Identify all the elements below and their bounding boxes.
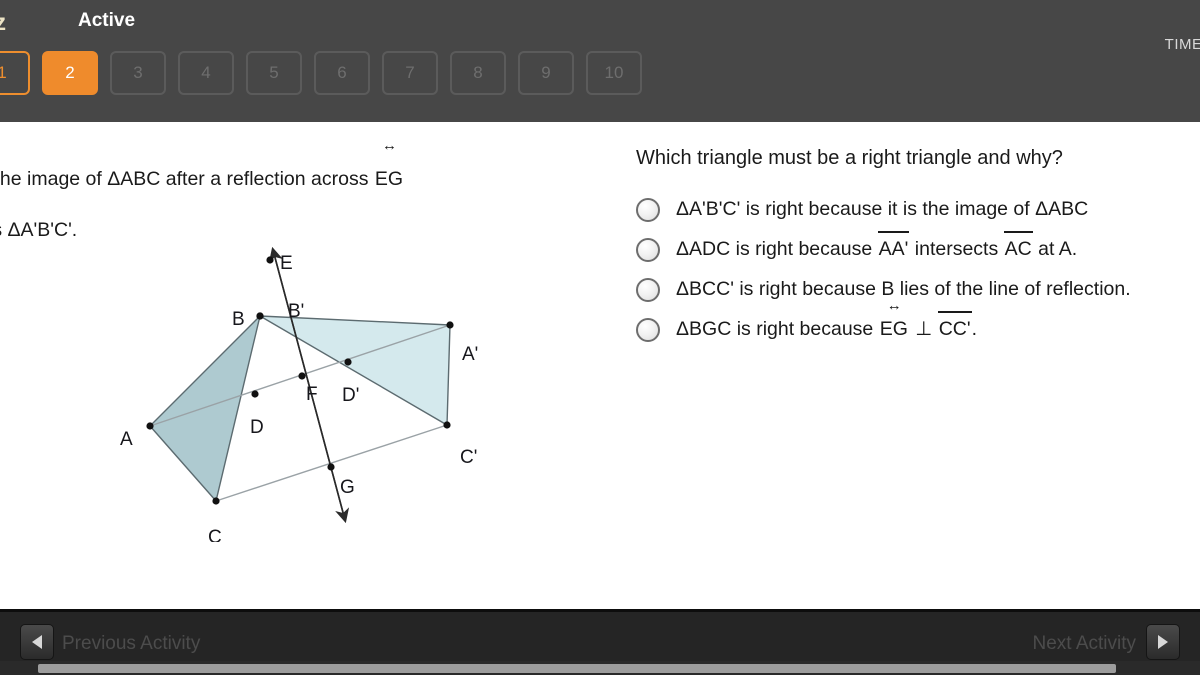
point-label-d: D xyxy=(250,417,264,438)
question-button-8[interactable]: 8 xyxy=(450,51,506,95)
reflection-diagram: E B B' A' D' F D A C' G C xyxy=(120,246,478,548)
point-label-a: A xyxy=(120,429,133,450)
answer-choice-label: ΔBGC is right because EG ⊥ CC'. xyxy=(676,311,978,345)
answer-choice-text: ΔADC is right because xyxy=(676,238,878,260)
answer-choice-text: intersects xyxy=(909,238,1004,260)
triangle-left-icon xyxy=(32,635,42,649)
quiz-app: uiz Active 123456789 10 TIME REM 51: The … xyxy=(0,0,1200,675)
segment-notation: CC' xyxy=(937,311,972,345)
question-button-3[interactable]: 3 xyxy=(110,51,166,95)
page-title: uiz xyxy=(0,9,6,35)
point-label-d-prime: D' xyxy=(342,385,359,406)
question-button-5[interactable]: 5 xyxy=(246,51,302,95)
question-button-7[interactable]: 7 xyxy=(382,51,438,95)
answer-choice-text: at A. xyxy=(1032,238,1078,260)
question-button-4[interactable]: 4 xyxy=(178,51,234,95)
point-label-a-prime: A' xyxy=(462,344,478,365)
point-e xyxy=(266,256,274,264)
question-prompt: Which triangle must be a right triangle … xyxy=(636,147,1063,169)
answer-choice[interactable]: ΔBGC is right because EG ⊥ CC'. xyxy=(636,311,1200,345)
answer-choice[interactable]: ΔADC is right because AA' intersects AC … xyxy=(636,231,1200,265)
question-button-1[interactable]: 1 xyxy=(0,51,30,95)
geometry-figure: E B B' A' D' F D A C' G C xyxy=(110,242,510,548)
line-eg-label: EG xyxy=(374,168,404,190)
quiz-content: The image of ΔABC after a reflection acr… xyxy=(0,122,1200,609)
point-c-prime xyxy=(443,421,451,429)
triangle-right-icon xyxy=(1158,635,1168,649)
segment-notation: AC xyxy=(1003,231,1033,265)
point-label-e: E xyxy=(280,253,293,274)
status-badge: Active xyxy=(78,10,136,31)
answer-choice[interactable]: ΔA'B'C' is right because it is the image… xyxy=(636,194,1200,225)
question-button-6[interactable]: 6 xyxy=(314,51,370,95)
answer-choice-list: ΔA'B'C' is right because it is the image… xyxy=(636,194,1200,354)
point-b-prime xyxy=(256,312,264,320)
horizontal-scrollbar-track[interactable] xyxy=(0,661,1200,675)
point-label-b-prime: B' xyxy=(288,301,304,322)
point-label-g: G xyxy=(340,477,355,498)
point-g xyxy=(327,463,335,471)
horizontal-scrollbar-thumb[interactable] xyxy=(38,664,1116,673)
point-c xyxy=(212,497,220,505)
point-label-b: B xyxy=(232,309,245,330)
question-button-10[interactable]: 10 xyxy=(586,51,642,95)
answer-choice-label: ΔADC is right because AA' intersects AC … xyxy=(676,231,1078,265)
line-notation: EG xyxy=(879,314,910,345)
point-label-c-prime: C' xyxy=(460,447,477,468)
previous-activity-label[interactable]: Previous Activity xyxy=(62,633,200,655)
point-f xyxy=(298,372,306,380)
timer-value: 51: xyxy=(1012,58,1200,92)
point-d xyxy=(251,390,259,398)
answer-choice-label: ΔA'B'C' is right because it is the image… xyxy=(676,194,1088,225)
point-a xyxy=(146,422,154,430)
timer-label: TIME REM xyxy=(1164,36,1200,53)
radio-button-choice-d[interactable] xyxy=(636,318,660,342)
question-right-column: Which triangle must be a right triangle … xyxy=(600,122,1200,609)
point-label-c: C xyxy=(208,527,222,542)
question-navigation: 1 2 3 4 5 6 7 8 9 10 xyxy=(0,51,642,95)
triangle-a-prime-b-prime-c-prime xyxy=(259,315,451,427)
answer-choice-text: . xyxy=(971,318,978,340)
activity-navigation-bar: Previous Activity Next Activity xyxy=(0,609,1200,675)
point-d-prime xyxy=(344,358,352,366)
question-button-2[interactable]: 2 xyxy=(42,51,98,95)
radio-button-choice-c[interactable] xyxy=(636,278,660,302)
quiz-header: uiz Active 123456789 10 TIME REM 51: xyxy=(0,0,1200,122)
point-a-prime xyxy=(446,321,454,329)
previous-activity-button[interactable] xyxy=(20,624,54,660)
radio-button-choice-a[interactable] xyxy=(636,198,660,222)
segment-notation: AA' xyxy=(877,231,910,265)
answer-choice-label: ΔBCC' is right because B lies of the lin… xyxy=(676,274,1176,305)
triangle-abc xyxy=(149,313,262,503)
answer-choice-text: ΔBGC is right because xyxy=(676,318,879,340)
answer-choice-text: ⊥ xyxy=(909,318,938,340)
answer-choice-text: ΔA'B'C' is right because it is the image… xyxy=(676,198,1089,220)
next-activity-button[interactable] xyxy=(1146,624,1180,660)
answer-choice[interactable]: ΔBCC' is right because B lies of the lin… xyxy=(636,274,1200,305)
next-activity-label[interactable]: Next Activity xyxy=(1033,633,1136,655)
question-stem-text: The image of ΔABC after a reflection acr… xyxy=(0,168,374,190)
question-button-9[interactable]: 9 xyxy=(518,51,574,95)
answer-choice-text: ΔBCC' is right because B lies of the lin… xyxy=(676,278,1131,300)
line-eg-notation: EG xyxy=(374,154,405,205)
question-stem-line-1: The image of ΔABC after a reflection acr… xyxy=(0,154,548,205)
question-stem: The image of ΔABC after a reflection acr… xyxy=(0,154,548,256)
radio-button-choice-b[interactable] xyxy=(636,238,660,262)
point-label-f: F xyxy=(306,384,318,405)
question-left-column: The image of ΔABC after a reflection acr… xyxy=(0,122,600,609)
timer: TIME REM 51: xyxy=(1012,36,1200,92)
